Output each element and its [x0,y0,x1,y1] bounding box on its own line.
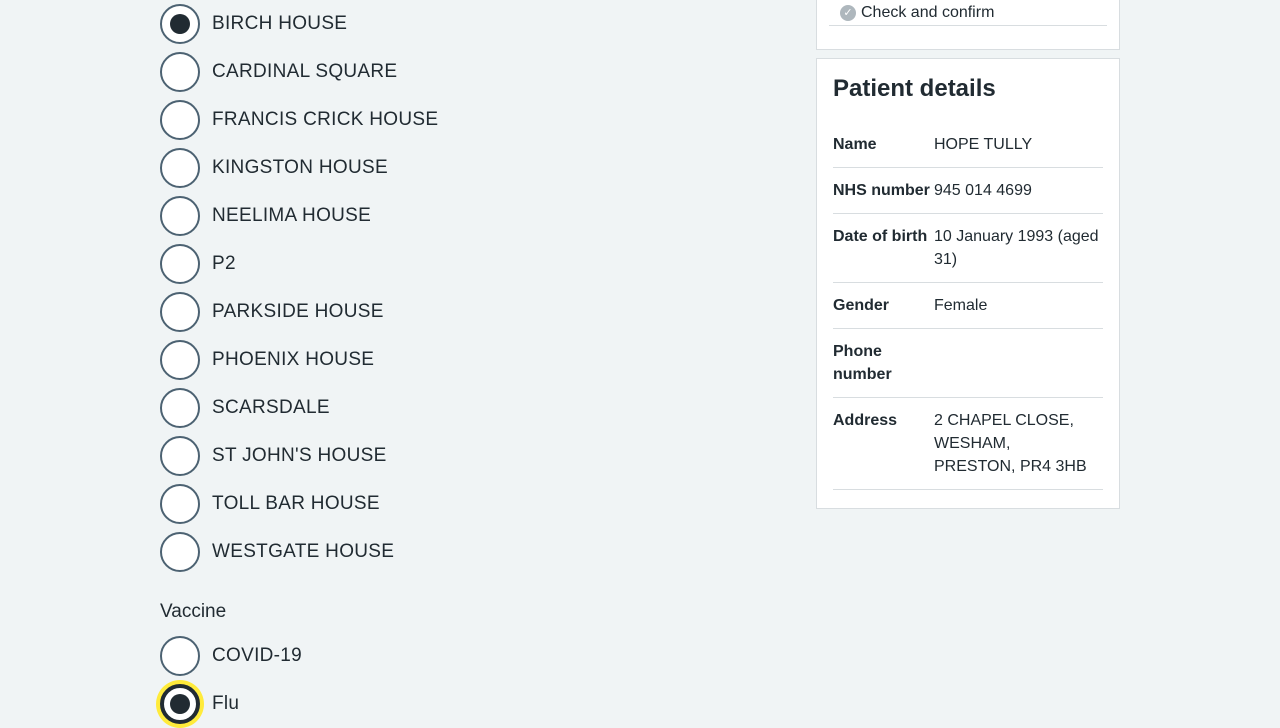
radio-button[interactable] [160,636,200,676]
patient-phone-number [934,340,1103,386]
patient-name: HOPE TULLY [934,136,1033,153]
vaccine-legend: Vaccine [160,601,227,622]
summary-key: Address [833,412,898,429]
radio-label[interactable]: TOLL BAR HOUSE [212,492,380,516]
site-option-kingston-house[interactable]: KINGSTON HOUSE [160,144,780,192]
summary-key: Gender [833,297,890,314]
summary-key: Name [833,136,877,153]
patient-details-card: Patient details Name HOPE TULLY NHS numb… [816,58,1120,509]
address-line: PRESTON, PR4 3HB [934,458,1087,475]
radio-button[interactable] [160,388,200,428]
summary-key: Phone number [833,343,892,383]
summary-row-gender: Gender Female [833,283,1103,329]
summary-row-date-of-birth: Date of birth 10 January 1993 (aged 31) [833,214,1103,283]
radio-button[interactable] [160,4,200,44]
radio-label[interactable]: KINGSTON HOUSE [212,156,388,180]
site-option-francis-crick-house[interactable]: FRANCIS CRICK HOUSE [160,96,780,144]
radio-label[interactable]: WESTGATE HOUSE [212,540,394,564]
site-option-toll-bar-house[interactable]: TOLL BAR HOUSE [160,480,780,528]
patient-gender: Female [934,297,988,314]
address-line: 2 CHAPEL CLOSE, [934,412,1074,429]
radio-button[interactable] [160,148,200,188]
radio-label[interactable]: FRANCIS CRICK HOUSE [212,108,438,132]
site-option-neelima-house[interactable]: NEELIMA HOUSE [160,192,780,240]
summary-row-phone-number: Phone number [833,329,1103,398]
radio-button[interactable] [160,244,200,284]
summary-row-nhs-number: NHS number 945 014 4699 [833,168,1103,214]
step-label: Check and confirm [861,4,995,21]
radio-button[interactable] [160,52,200,92]
patient-details-title: Patient details [833,75,996,102]
radio-label[interactable]: CARDINAL SQUARE [212,60,397,84]
radio-label[interactable]: SCARSDALE [212,396,330,420]
radio-button[interactable] [160,484,200,524]
vaccine-radio-group: COVID-19 Flu [160,632,780,728]
site-option-scarsdale[interactable]: SCARSDALE [160,384,780,432]
summary-row-name: Name HOPE TULLY [833,133,1103,168]
radio-button[interactable] [160,292,200,332]
patient-date-of-birth: 10 January 1993 (aged 31) [934,228,1099,268]
vaccine-option-flu[interactable]: Flu [160,680,780,728]
radio-label[interactable]: PHOENIX HOUSE [212,348,374,372]
site-option-birch-house[interactable]: BIRCH HOUSE [160,0,780,48]
site-option-st-john-s-house[interactable]: ST JOHN'S HOUSE [160,432,780,480]
task-steps-card: ✓ Check and confirm [816,0,1120,50]
radio-label[interactable]: BIRCH HOUSE [212,12,347,36]
site-option-parkside-house[interactable]: PARKSIDE HOUSE [160,288,780,336]
check-icon: ✓ [840,5,856,21]
radio-button[interactable] [160,684,200,724]
site-option-p2[interactable]: P2 [160,240,780,288]
radio-label[interactable]: Flu [212,692,239,716]
radio-button[interactable] [160,436,200,476]
address-line: WESHAM, [934,435,1011,452]
patient-nhs-number: 945 014 4699 [934,182,1032,199]
step-check-and-confirm[interactable]: ✓ Check and confirm [829,1,1107,26]
radio-label[interactable]: NEELIMA HOUSE [212,204,371,228]
summary-key: Date of birth [833,228,928,245]
patient-address: 2 CHAPEL CLOSE, WESHAM, PRESTON, PR4 3HB [934,409,1103,478]
summary-key: NHS number [833,182,930,199]
site-option-westgate-house[interactable]: WESTGATE HOUSE [160,528,780,576]
vaccine-option-covid-19[interactable]: COVID-19 [160,632,780,680]
radio-label[interactable]: PARKSIDE HOUSE [212,300,384,324]
site-radio-group: BIRCH HOUSE CARDINAL SQUARE FRANCIS CRICK … [160,0,780,576]
radio-button[interactable] [160,532,200,572]
main-form: BIRCH HOUSE CARDINAL SQUARE FRANCIS CRICK … [160,0,780,728]
patient-summary-list: Name HOPE TULLY NHS number 945 014 4699 … [833,133,1103,490]
site-option-cardinal-square[interactable]: CARDINAL SQUARE [160,48,780,96]
radio-label[interactable]: P2 [212,252,236,276]
radio-button[interactable] [160,340,200,380]
radio-button[interactable] [160,100,200,140]
radio-button[interactable] [160,196,200,236]
summary-row-address: Address 2 CHAPEL CLOSE, WESHAM, PRESTON,… [833,398,1103,490]
site-option-phoenix-house[interactable]: PHOENIX HOUSE [160,336,780,384]
radio-label[interactable]: ST JOHN'S HOUSE [212,444,387,468]
radio-label[interactable]: COVID-19 [212,644,302,668]
